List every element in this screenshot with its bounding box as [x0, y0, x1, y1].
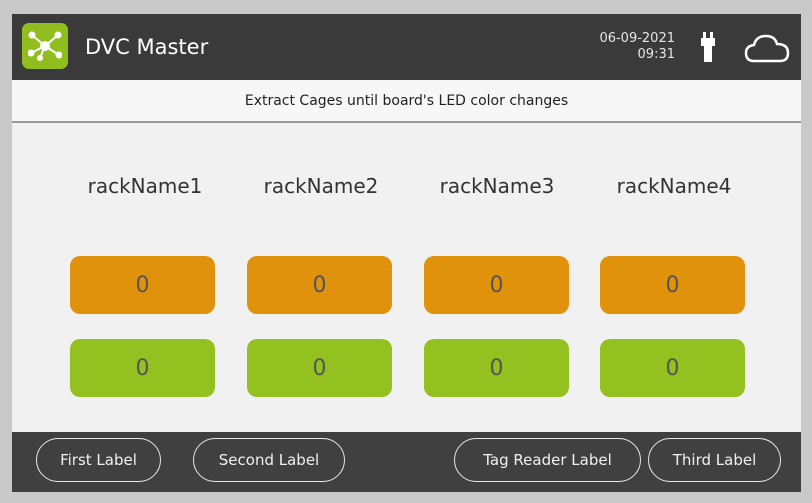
cloud-icon[interactable] [744, 33, 790, 67]
first-label-button[interactable]: First Label [36, 438, 161, 482]
app-title: DVC Master [85, 35, 209, 59]
instruction-message: Extract Cages until board's LED color ch… [12, 80, 801, 123]
rack-name-2: rackName2 [263, 174, 379, 198]
second-label-button[interactable]: Second Label [193, 438, 345, 482]
third-label-button[interactable]: Third Label [648, 438, 781, 482]
network-icon [22, 23, 68, 69]
rack-1-orange-counter: 0 [70, 256, 215, 314]
date-time-display: 06-09-2021 09:31 [599, 31, 675, 63]
rack-3-green-counter: 0 [424, 339, 569, 397]
rack-2-orange-counter: 0 [247, 256, 392, 314]
time-text: 09:31 [637, 47, 675, 62]
rack-2-green-counter: 0 [247, 339, 392, 397]
rack-3-orange-counter: 0 [424, 256, 569, 314]
rack-name-1: rackName1 [87, 174, 203, 198]
date-text: 06-09-2021 [599, 31, 675, 46]
app-window: DVC Master 06-09-2021 09:31 Extract Cage… [12, 14, 801, 492]
rack-name-4: rackName4 [616, 174, 732, 198]
rack-name-3: rackName3 [439, 174, 555, 198]
rack-4-green-counter: 0 [600, 339, 745, 397]
rack-1-green-counter: 0 [70, 339, 215, 397]
footer-bar: First Label Second Label Tag Reader Labe… [12, 432, 801, 492]
header-bar: DVC Master 06-09-2021 09:31 [12, 14, 801, 80]
tag-reader-label-button[interactable]: Tag Reader Label [454, 438, 641, 482]
plug-icon [701, 32, 715, 66]
rack-4-orange-counter: 0 [600, 256, 745, 314]
